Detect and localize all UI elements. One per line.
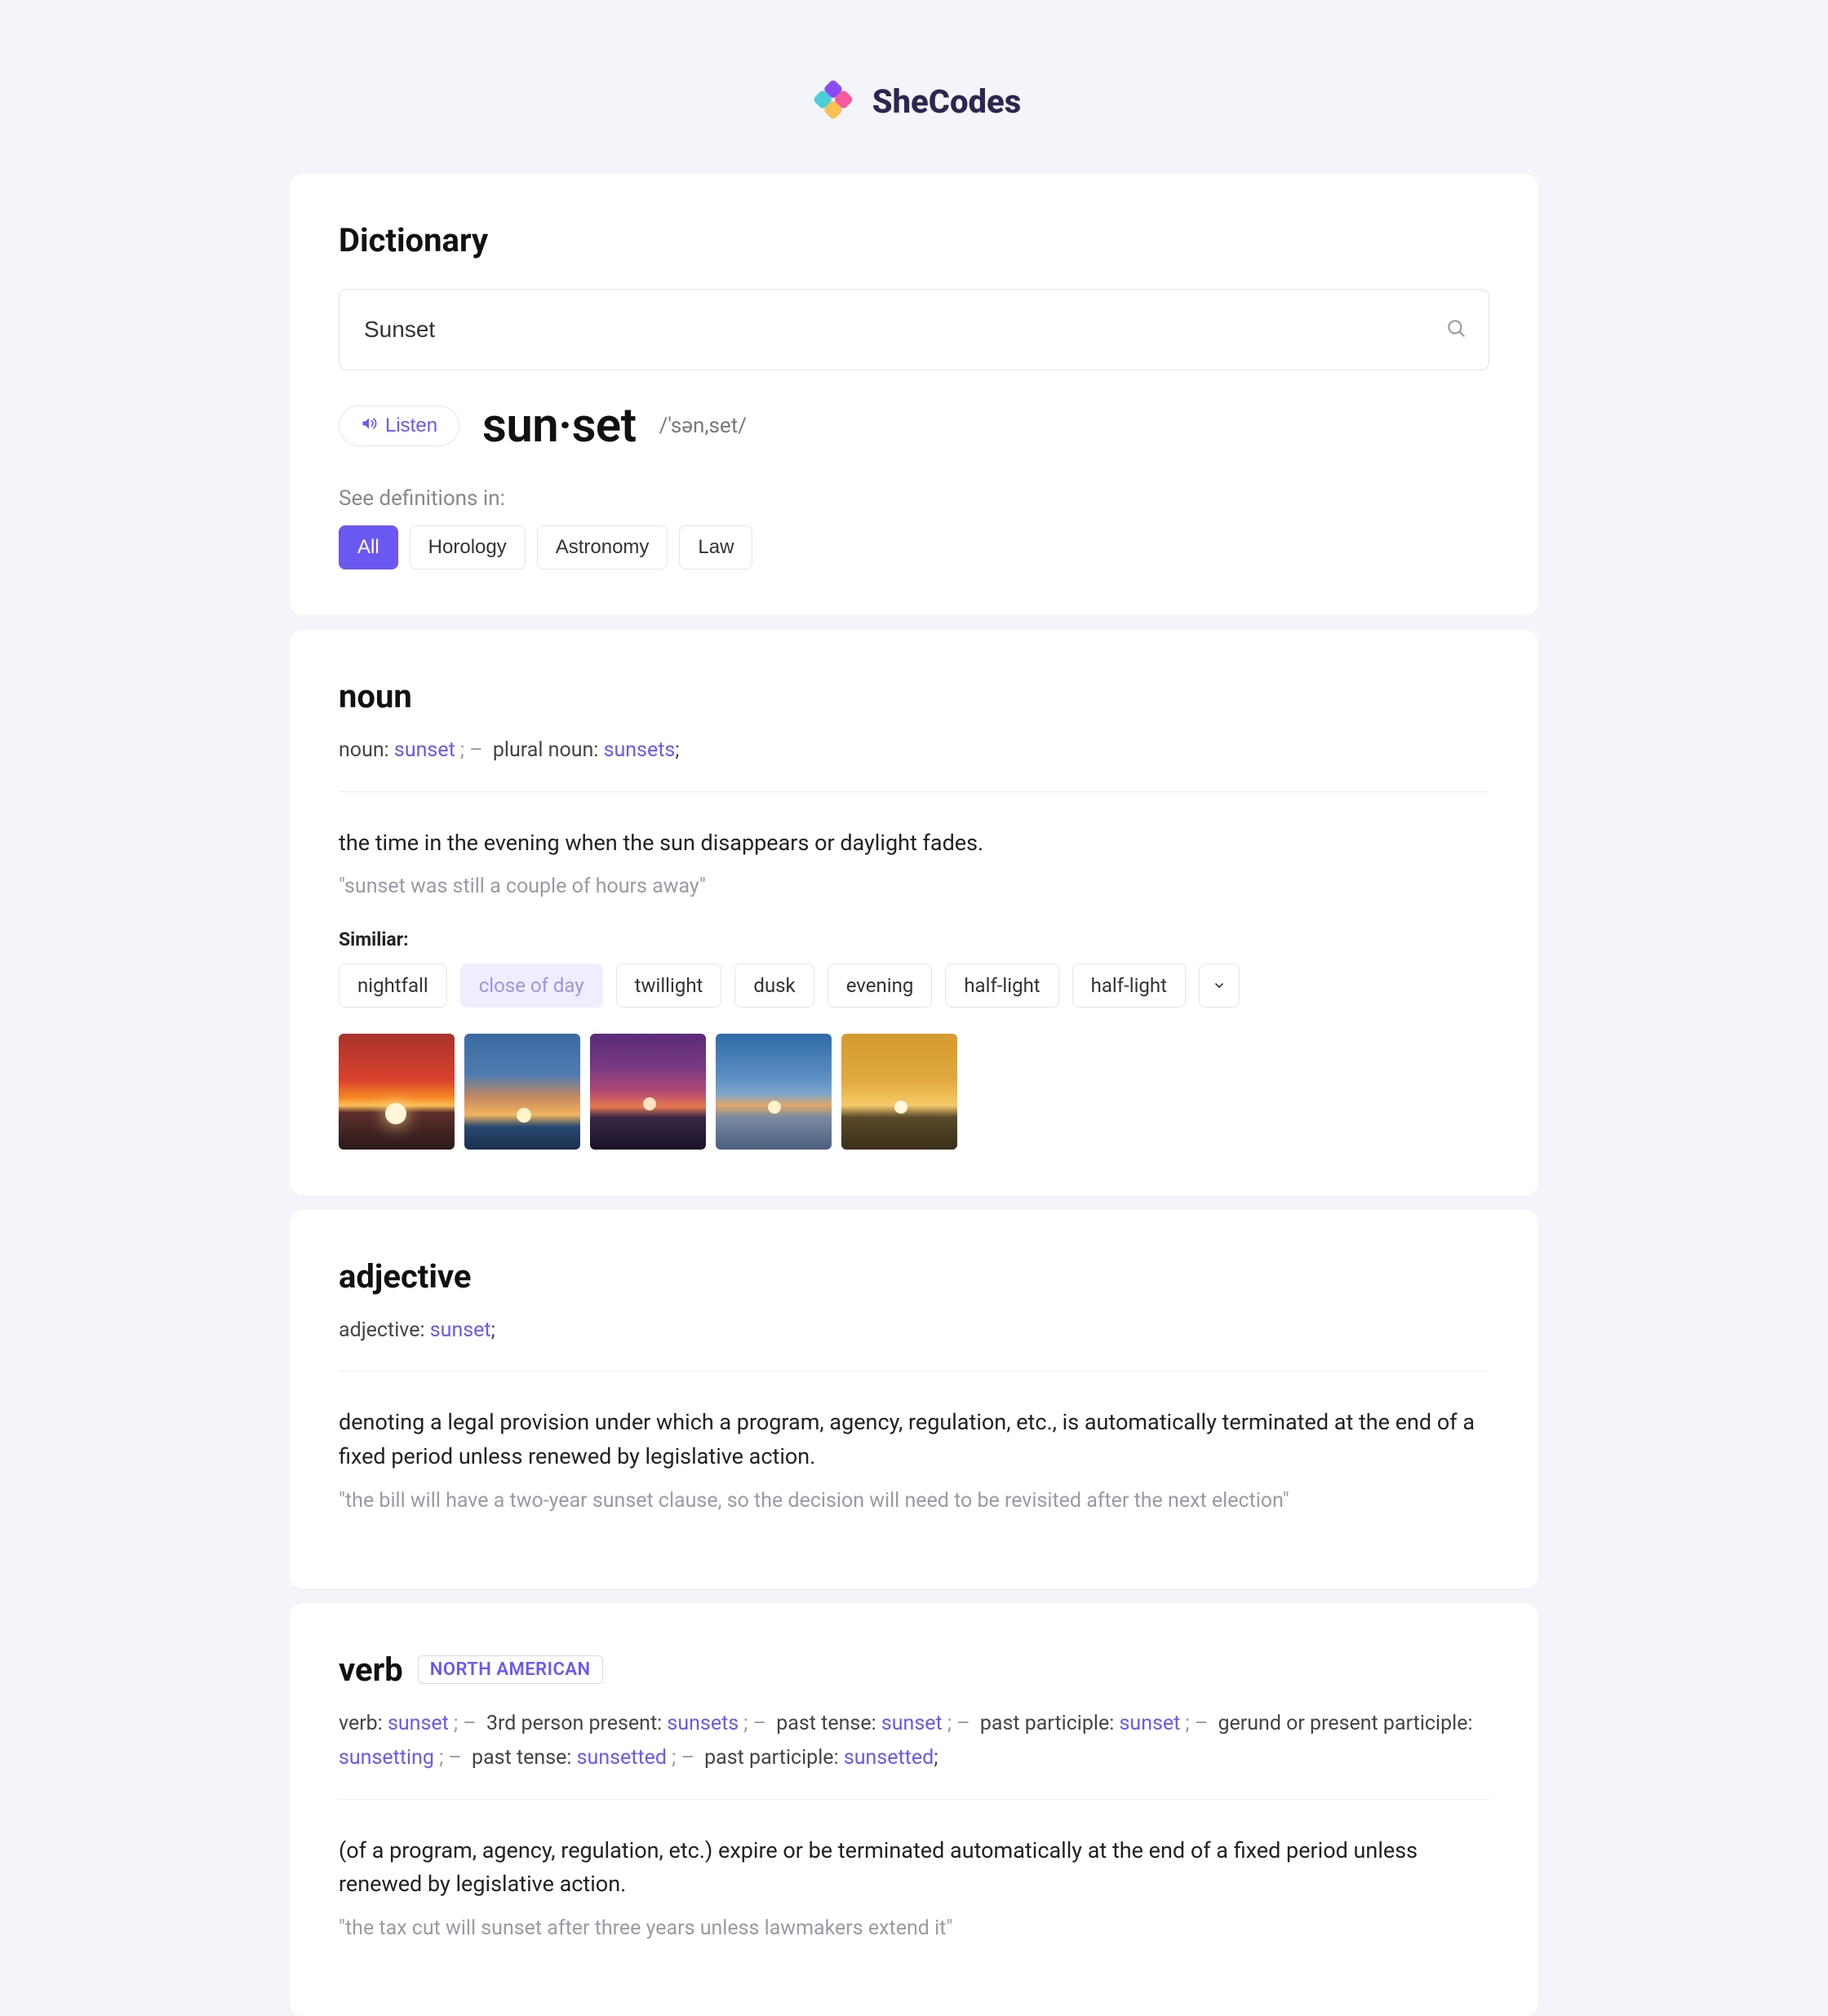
- filter-chip-row: All HorologyAstronomyLaw: [339, 525, 1489, 569]
- listen-button[interactable]: Listen: [339, 405, 459, 446]
- pos-heading-row: noun: [339, 677, 1489, 716]
- brand-name: SheCodes: [872, 82, 1021, 121]
- speaker-icon: [361, 414, 377, 437]
- pos-heading: adjective: [339, 1257, 472, 1296]
- form-key: past participle: [704, 1746, 833, 1770]
- search-icon[interactable]: [1445, 317, 1466, 342]
- form-value: sunsetted: [844, 1746, 934, 1770]
- form-value: sunsets: [604, 738, 676, 762]
- forms-line: adjective: sunset;: [339, 1314, 1489, 1349]
- expand-similar-button[interactable]: [1199, 964, 1240, 1008]
- form-key: gerund or present participle: [1218, 1712, 1467, 1735]
- form-key: past participle: [980, 1712, 1109, 1735]
- similar-pill[interactable]: twillight: [616, 964, 722, 1008]
- pos-heading-row: verb NORTH AMERICAN: [339, 1650, 1489, 1689]
- thumbnail[interactable]: [590, 1034, 706, 1150]
- entry-card-verb: verb NORTH AMERICAN verb: sunset; – 3rd pe…: [290, 1603, 1538, 2016]
- pos-heading-row: adjective: [339, 1257, 1489, 1296]
- thumbnail[interactable]: [841, 1034, 957, 1150]
- form-key: past tense: [776, 1712, 871, 1735]
- word-row: Listen sun·set /'sən,set/: [339, 398, 1489, 454]
- filter-chip-all[interactable]: All: [339, 525, 398, 569]
- thumbnail[interactable]: [339, 1034, 455, 1150]
- form-key: 3rd person present: [486, 1712, 657, 1735]
- similar-pill[interactable]: half-light: [945, 964, 1058, 1008]
- similar-pill[interactable]: close of day: [460, 964, 603, 1008]
- page-title: Dictionary: [339, 221, 1489, 259]
- entry-card-noun: nounnoun: sunset; – plural noun: sunsets…: [290, 630, 1538, 1195]
- form-value: sunsets: [667, 1712, 739, 1735]
- similar-pill[interactable]: half-light: [1072, 964, 1186, 1008]
- search-input[interactable]: [339, 289, 1489, 370]
- search-row: [339, 289, 1489, 370]
- similar-pill[interactable]: dusk: [734, 964, 814, 1008]
- form-key: adjective: [339, 1318, 420, 1342]
- headword: sun·set: [482, 398, 637, 454]
- form-value: sunset: [430, 1318, 491, 1342]
- divider: [339, 791, 1489, 792]
- filter-label: See definitions in:: [339, 486, 1489, 511]
- chevron-down-icon: [1213, 979, 1226, 992]
- form-value: sunset: [394, 738, 455, 762]
- header: SheCodes: [0, 73, 1828, 129]
- form-key: noun: [339, 738, 384, 762]
- example-text: "the bill will have a two-year sunset cl…: [339, 1486, 1489, 1517]
- similar-pill[interactable]: evening: [827, 964, 933, 1008]
- divider: [339, 1799, 1489, 1800]
- logo-icon: [807, 73, 859, 129]
- definition-text: (of a program, agency, regulation, etc.)…: [339, 1834, 1489, 1903]
- pos-badge: NORTH AMERICAN: [418, 1655, 603, 1684]
- similar-pill[interactable]: nightfall: [339, 964, 447, 1008]
- definition-text: the time in the evening when the sun dis…: [339, 826, 1489, 861]
- filter-chip-law[interactable]: Law: [679, 525, 752, 569]
- example-text: "sunset was still a couple of hours away…: [339, 871, 1489, 902]
- forms-line: noun: sunset; – plural noun: sunsets;: [339, 733, 1489, 769]
- filter-chip-horology[interactable]: Horology: [410, 525, 526, 569]
- form-key: verb: [339, 1712, 378, 1735]
- form-value: sunset: [1120, 1712, 1181, 1735]
- form-value: sunset: [388, 1712, 449, 1735]
- forms-line: verb: sunset; – 3rd person present: suns…: [339, 1707, 1489, 1776]
- listen-label: Listen: [385, 414, 437, 437]
- thumbnail-row: [339, 1034, 1489, 1150]
- form-key: past tense: [472, 1746, 566, 1770]
- entry-card-adjective: adjectiveadjective: sunset;denoting a le…: [290, 1210, 1538, 1588]
- pos-heading: noun: [339, 677, 412, 716]
- pos-heading: verb: [339, 1650, 403, 1689]
- search-card: Dictionary Listen sun·set: [290, 174, 1538, 615]
- definition-text: denoting a legal provision under which a…: [339, 1406, 1489, 1474]
- similar-row: nightfall close of day twillight dusk evenin…: [339, 964, 1489, 1008]
- similar-label: Similiar:: [339, 928, 1489, 950]
- thumbnail[interactable]: [716, 1034, 832, 1150]
- thumbnail[interactable]: [464, 1034, 580, 1150]
- form-value: sunsetting: [339, 1746, 434, 1770]
- form-value: sunset: [881, 1712, 943, 1735]
- filter-chip-astronomy[interactable]: Astronomy: [537, 525, 668, 569]
- pronunciation: /'sən,set/: [659, 414, 747, 438]
- brand: SheCodes: [807, 73, 1021, 129]
- form-value: sunsetted: [577, 1746, 667, 1770]
- form-key: plural noun: [493, 738, 593, 762]
- example-text: "the tax cut will sunset after three yea…: [339, 1913, 1489, 1944]
